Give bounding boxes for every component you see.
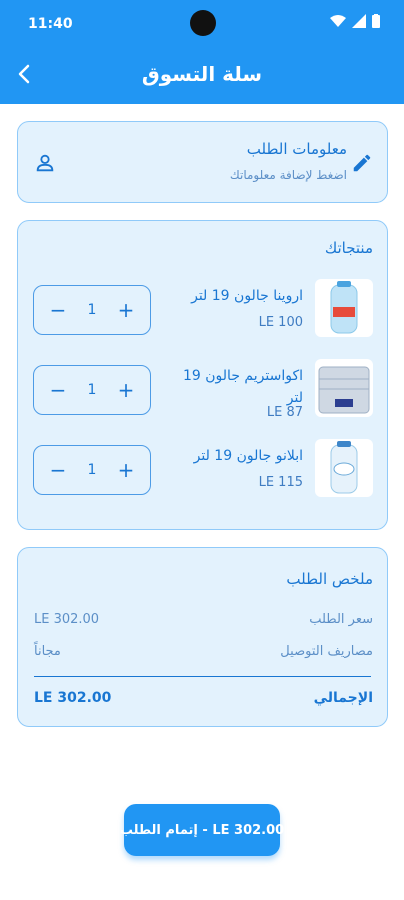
- product-name: ابلانو جالون 19 لتر: [193, 448, 303, 464]
- product-price: LE 87: [266, 405, 303, 420]
- battery-icon: [372, 14, 380, 28]
- order-price-value: LE 302.00: [34, 612, 100, 627]
- top-app-bar: 11:40 سلة التسوق: [0, 0, 404, 104]
- order-info-title: معلومات الطلب: [246, 140, 347, 158]
- increment-button[interactable]: +: [114, 298, 138, 322]
- increment-button[interactable]: +: [114, 458, 138, 482]
- quantity-value: 1: [87, 462, 97, 478]
- decrement-button[interactable]: −: [46, 458, 70, 482]
- delivery-value: مجاناً: [34, 644, 61, 659]
- decrement-button[interactable]: −: [46, 298, 70, 322]
- order-info-card[interactable]: معلومات الطلب اضغط لإضافة معلوماتك: [17, 121, 388, 203]
- status-time: 11:40: [28, 16, 73, 32]
- quantity-value: 1: [87, 302, 97, 318]
- person-icon: [36, 154, 54, 172]
- order-info-subtitle: اضغط لإضافة معلوماتك: [229, 168, 347, 182]
- total-label: الإجمالي: [313, 690, 373, 706]
- product-image: [315, 359, 373, 417]
- decrement-button[interactable]: −: [46, 378, 70, 402]
- quantity-value: 1: [87, 382, 97, 398]
- product-item: اكواستريم جالون 19 لتر LE 87 − 1 +: [18, 359, 389, 421]
- product-image: [315, 279, 373, 337]
- order-price-label: سعر الطلب: [309, 612, 373, 627]
- product-name: اكواستريم جالون 19 لتر: [183, 368, 303, 406]
- order-summary-card: ملخص الطلب سعر الطلب LE 302.00 مصاريف ال…: [17, 547, 388, 727]
- quantity-stepper: − 1 +: [33, 365, 151, 415]
- signal-icon: [352, 14, 366, 28]
- checkout-button[interactable]: LE 302.00 - إتمام الطلب: [120, 804, 284, 856]
- increment-button[interactable]: +: [114, 378, 138, 402]
- edit-icon[interactable]: [351, 152, 373, 174]
- page-title: سلة التسوق: [141, 62, 263, 86]
- delivery-label: مصاريف التوصيل: [280, 644, 373, 659]
- quantity-stepper: − 1 +: [33, 445, 151, 495]
- summary-divider: [34, 676, 371, 677]
- product-price: LE 100: [258, 315, 303, 330]
- product-name: اروينا جالون 19 لتر: [191, 288, 303, 304]
- product-item: اروينا جالون 19 لتر LE 100 − 1 +: [18, 279, 389, 341]
- wifi-icon: [330, 15, 346, 27]
- product-price: LE 115: [258, 475, 303, 490]
- product-item: ابلانو جالون 19 لتر LE 115 − 1 +: [18, 439, 389, 501]
- product-image: [315, 439, 373, 497]
- products-heading: منتجاتك: [324, 239, 373, 257]
- total-value: LE 302.00: [34, 690, 112, 706]
- quantity-stepper: − 1 +: [33, 285, 151, 335]
- products-card: منتجاتك اروينا جالون 19 لتر LE 100 − 1 +…: [17, 220, 388, 530]
- status-icons: [330, 14, 380, 28]
- summary-heading: ملخص الطلب: [286, 570, 373, 588]
- camera-cutout: [190, 10, 216, 36]
- status-bar: 11:40: [0, 0, 404, 48]
